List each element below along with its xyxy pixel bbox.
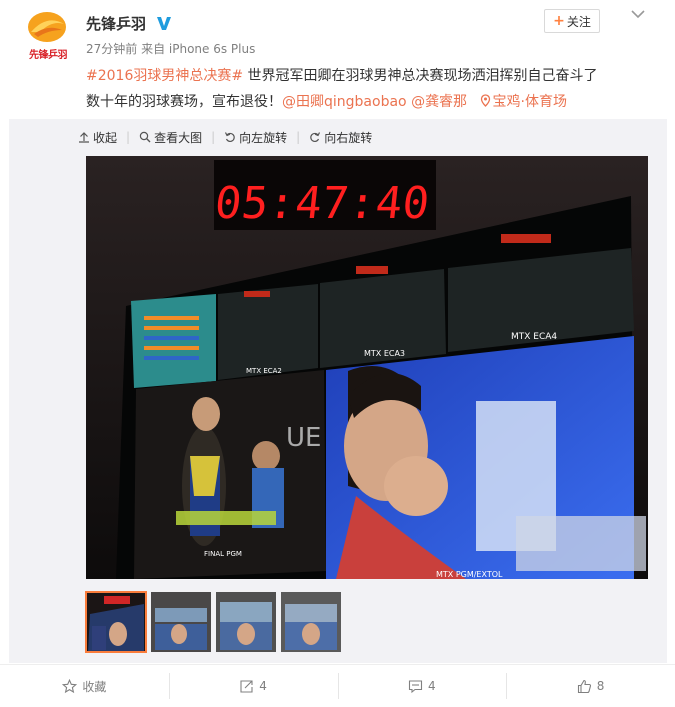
thumbnail[interactable]	[281, 592, 341, 652]
monitor-label: FINAL PGM	[204, 550, 242, 558]
monitor-label: MTX ECA3	[364, 349, 405, 358]
rotate-right-button[interactable]: 向右旋转	[309, 129, 372, 146]
avatar[interactable]: 先锋乒羽	[22, 10, 72, 61]
thumbnail-image	[86, 592, 146, 652]
svg-text:UE: UE	[286, 423, 321, 453]
like-button[interactable]: 8	[506, 665, 675, 707]
repost-count: 4	[259, 679, 267, 693]
location-label: 宝鸡·体育场	[492, 94, 567, 110]
post-text: #2016羽球男神总决赛# 世界冠军田卿在羽球男神总决赛现场洒泪挥别自己奋斗了 …	[86, 63, 656, 115]
user-name[interactable]: 先锋乒羽	[86, 13, 146, 34]
clock-digits: 05:47:40	[212, 178, 431, 229]
logo-text: 先锋乒羽	[29, 50, 68, 61]
collapse-arrow-icon	[79, 132, 89, 143]
brand-logo-icon	[28, 12, 66, 42]
hashtag-link[interactable]: #2016羽球男神总决赛#	[86, 68, 243, 84]
favorite-button[interactable]: 收藏	[0, 665, 169, 707]
comment-button[interactable]: 4	[337, 665, 507, 707]
verified-badge-icon	[157, 17, 171, 30]
divider: |	[126, 130, 131, 144]
follow-button[interactable]: + 关注	[544, 9, 600, 33]
divider: |	[296, 130, 301, 144]
monitor-label: MTX ECA4	[511, 332, 557, 342]
like-count: 8	[596, 679, 605, 693]
comment-icon	[408, 679, 423, 693]
view-large-label: 查看大图	[154, 130, 203, 145]
thumbnail-image	[151, 592, 211, 652]
image-toolbar: 收起 | 查看大图 | 向左旋转 | 向右旋转	[78, 129, 372, 145]
main-photo[interactable]: 05:47:40 MTX ECA2 MTX ECA3 MTX ECA4 UE F…	[86, 156, 648, 579]
magnifier-icon	[139, 131, 151, 143]
collapse-button[interactable]: 收起	[78, 129, 117, 146]
post-meta: 27分钟前 来自 iPhone 6s Plus	[86, 42, 256, 56]
thumbnail-image	[216, 592, 276, 652]
collapse-label: 收起	[93, 130, 118, 145]
comment-count: 4	[428, 679, 436, 693]
monitor-label: MTX PGM/EXTOL	[436, 570, 503, 579]
broadcast-room-image: 05:47:40 MTX ECA2 MTX ECA3 MTX ECA4 UE F…	[86, 156, 648, 579]
chevron-down-icon[interactable]	[630, 8, 646, 20]
favorite-label: 收藏	[82, 679, 107, 694]
post-text-line2: 数十年的羽球赛场，宣布退役！	[86, 94, 282, 110]
weibo-post-card: 先锋乒羽 先锋乒羽 27分钟前 来自 iPhone 6s Plus + 关注 #…	[0, 0, 675, 707]
location-pin-icon	[480, 94, 490, 107]
follow-label: 关注	[566, 14, 591, 29]
monitor-label: MTX ECA2	[246, 367, 282, 375]
rotate-left-icon	[225, 132, 235, 143]
mention-link[interactable]: @田卿qingbaobao	[282, 94, 407, 110]
thumbnail-image	[281, 592, 341, 652]
action-bar: 收藏 4 4 8	[0, 664, 675, 707]
mention-link[interactable]: @龚睿那	[411, 94, 467, 110]
rotate-right-icon	[310, 132, 321, 143]
thumbnail[interactable]	[151, 592, 211, 652]
rotate-left-button[interactable]: 向左旋转	[224, 129, 287, 146]
rotate-left-label: 向左旋转	[239, 130, 288, 145]
divider: |	[211, 130, 216, 144]
thumbnail-strip	[85, 591, 346, 653]
location-link[interactable]: 宝鸡·体育场	[472, 94, 567, 110]
star-icon	[62, 678, 78, 693]
thumbs-up-icon	[577, 679, 591, 693]
post-text-line1: 世界冠军田卿在羽球男神总决赛现场洒泪挥别自己奋斗了	[243, 68, 598, 84]
thumbnail[interactable]	[85, 591, 147, 653]
view-large-button[interactable]: 查看大图	[139, 129, 202, 146]
thumbnail[interactable]	[216, 592, 276, 652]
repost-button[interactable]: 4	[168, 665, 338, 707]
repost-icon	[240, 679, 253, 693]
rotate-right-label: 向右旋转	[324, 130, 373, 145]
plus-icon: +	[553, 13, 565, 29]
